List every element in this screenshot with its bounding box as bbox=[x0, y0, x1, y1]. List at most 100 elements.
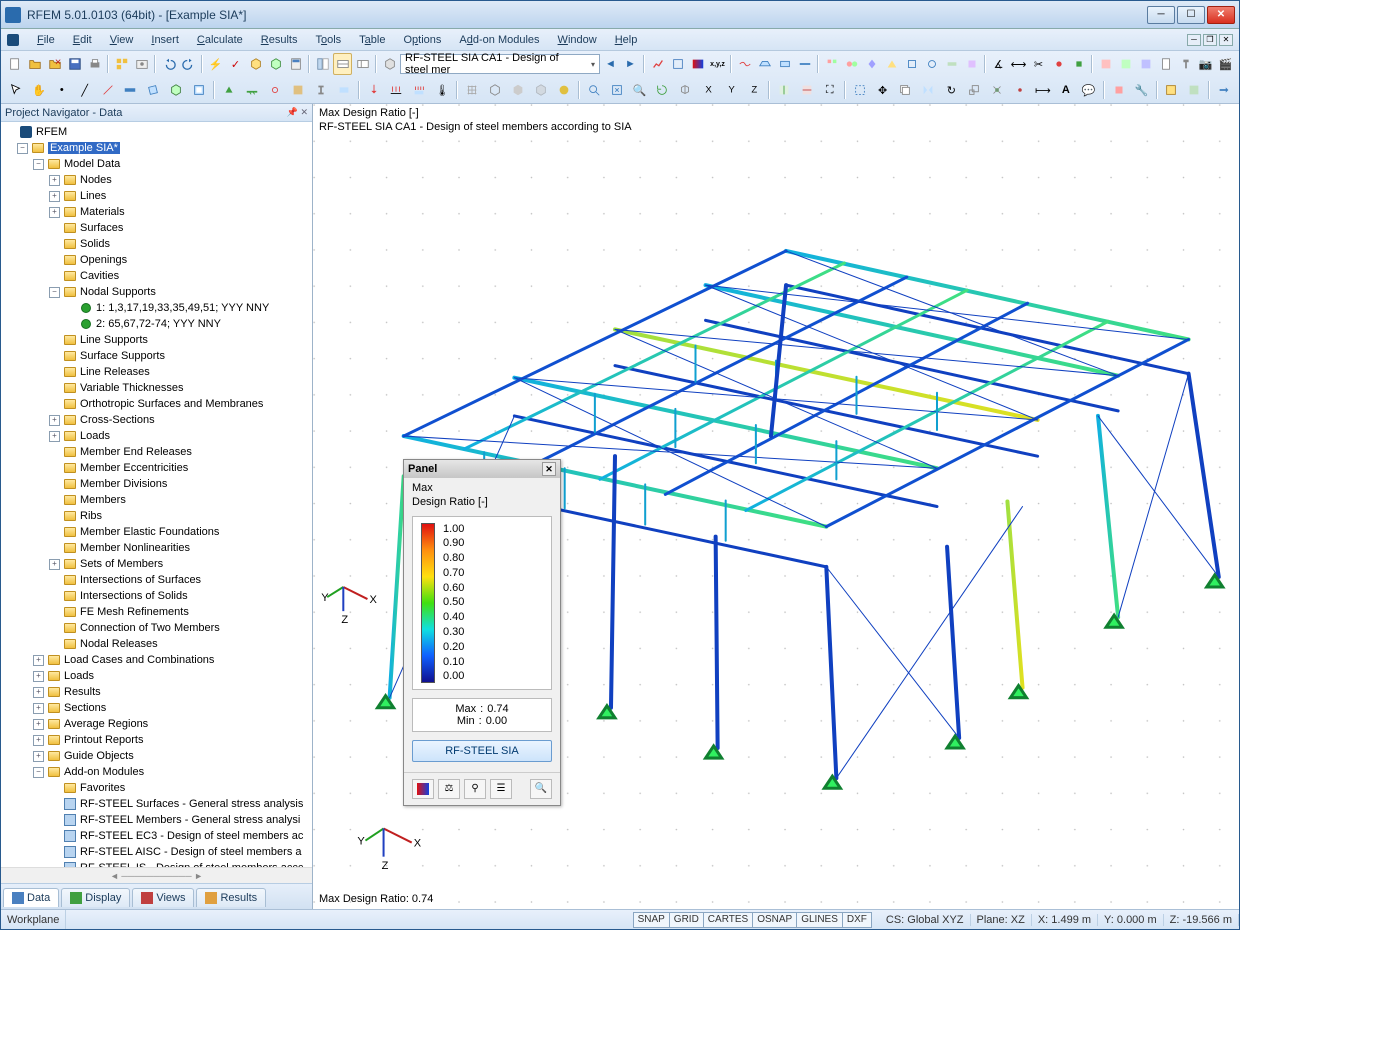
tree-node[interactable]: +Sections bbox=[1, 700, 312, 716]
snap-g-icon[interactable] bbox=[986, 79, 1008, 101]
spark-icon[interactable]: ⚡ bbox=[206, 53, 225, 75]
report-icon[interactable] bbox=[1156, 53, 1175, 75]
tree-node[interactable]: FE Mesh Refinements bbox=[1, 604, 312, 620]
angle-icon[interactable]: ∡ bbox=[989, 53, 1008, 75]
menu-help[interactable]: Help bbox=[611, 32, 642, 48]
panel-close-icon[interactable]: ✕ bbox=[542, 462, 556, 476]
status-toggle-cartes[interactable]: CARTES bbox=[703, 912, 753, 928]
tree-node[interactable]: +Load Cases and Combinations bbox=[1, 652, 312, 668]
tool-a-icon[interactable] bbox=[1049, 53, 1068, 75]
tree-node[interactable]: 1: 1,3,17,19,33,35,49,51; YYY NNY bbox=[1, 300, 312, 316]
view-s-icon[interactable] bbox=[1183, 79, 1205, 101]
tab-display[interactable]: Display bbox=[61, 888, 130, 907]
new-icon[interactable] bbox=[5, 53, 24, 75]
mirror-icon[interactable] bbox=[917, 79, 939, 101]
tree-node[interactable]: +Loads bbox=[1, 668, 312, 684]
tree-node[interactable]: RF-STEEL IS - Design of steel members ac… bbox=[1, 860, 312, 867]
el-a-icon[interactable] bbox=[1108, 79, 1130, 101]
close-model-icon[interactable] bbox=[45, 53, 64, 75]
member-icon[interactable] bbox=[120, 79, 142, 101]
panel-module-button[interactable]: RF-STEEL SIA bbox=[412, 740, 552, 762]
menu-tools[interactable]: Tools bbox=[311, 32, 345, 48]
cross-sec-icon[interactable] bbox=[310, 79, 332, 101]
tree-node[interactable]: +Materials bbox=[1, 204, 312, 220]
panel-tab-bars-icon[interactable]: ☰ bbox=[490, 779, 512, 799]
cursor-icon[interactable] bbox=[5, 79, 27, 101]
load-temp-icon[interactable]: 🌡 bbox=[431, 79, 453, 101]
tables-icon[interactable] bbox=[333, 53, 352, 75]
tab-data[interactable]: Data bbox=[3, 888, 59, 907]
menu-results[interactable]: Results bbox=[257, 32, 302, 48]
snap-h-icon[interactable] bbox=[1009, 79, 1031, 101]
scale-icon[interactable] bbox=[963, 79, 985, 101]
node-icon[interactable]: • bbox=[51, 79, 73, 101]
pin-icon[interactable]: 📌 ✕ bbox=[287, 107, 308, 118]
close-button[interactable]: ✕ bbox=[1207, 6, 1235, 24]
panel-tab-factor-icon[interactable]: ⚖ bbox=[438, 779, 460, 799]
minimize-button[interactable]: ─ bbox=[1147, 6, 1175, 24]
view-z-icon[interactable]: Z bbox=[743, 79, 765, 101]
xyz-icon[interactable]: x,y,z bbox=[708, 53, 727, 75]
tree-node[interactable]: +Printout Reports bbox=[1, 732, 312, 748]
solid-icon[interactable] bbox=[165, 79, 187, 101]
menu-table[interactable]: Table bbox=[355, 32, 389, 48]
zoom-all-icon[interactable] bbox=[606, 79, 628, 101]
status-toggle-dxf[interactable]: DXF bbox=[842, 912, 872, 928]
tree-node[interactable]: Intersections of Solids bbox=[1, 588, 312, 604]
navigator-icon[interactable] bbox=[313, 53, 332, 75]
menu-edit[interactable]: Edit bbox=[69, 32, 96, 48]
menu-file[interactable]: File bbox=[33, 32, 59, 48]
transp-icon[interactable] bbox=[530, 79, 552, 101]
g7-icon[interactable] bbox=[942, 53, 961, 75]
arrow-combo-icon[interactable] bbox=[1213, 79, 1235, 101]
g5-icon[interactable] bbox=[902, 53, 921, 75]
tree-node[interactable]: +Cross-Sections bbox=[1, 412, 312, 428]
view-iso-icon[interactable] bbox=[674, 79, 696, 101]
settings-icon[interactable] bbox=[1161, 79, 1183, 101]
check-icon[interactable]: ✓ bbox=[226, 53, 245, 75]
tree-node[interactable]: +Average Regions bbox=[1, 716, 312, 732]
contour-icon[interactable] bbox=[688, 53, 707, 75]
t2-icon[interactable] bbox=[1116, 53, 1135, 75]
support-node-icon[interactable] bbox=[218, 79, 240, 101]
tree-node[interactable]: Favorites bbox=[1, 780, 312, 796]
tree-node[interactable]: Ribs bbox=[1, 508, 312, 524]
zoom-win-icon[interactable] bbox=[583, 79, 605, 101]
tree-node[interactable]: Openings bbox=[1, 252, 312, 268]
box-icon[interactable] bbox=[380, 53, 399, 75]
prev-case-icon[interactable]: ◄ bbox=[601, 53, 620, 75]
dimension-icon[interactable]: ⟼ bbox=[1032, 79, 1054, 101]
line2-icon[interactable] bbox=[97, 79, 119, 101]
panel-search-icon[interactable]: 🔍 bbox=[530, 779, 552, 799]
deform-icon[interactable] bbox=[735, 53, 754, 75]
tree-node[interactable]: Member Elastic Foundations bbox=[1, 524, 312, 540]
copy-icon[interactable] bbox=[895, 79, 917, 101]
pan-icon[interactable]: ✋ bbox=[28, 79, 50, 101]
cube-icon[interactable] bbox=[246, 53, 265, 75]
tree-node[interactable]: Cavities bbox=[1, 268, 312, 284]
tree-node[interactable]: +Results bbox=[1, 684, 312, 700]
cube2-icon[interactable] bbox=[266, 53, 285, 75]
shear-icon[interactable] bbox=[775, 53, 794, 75]
tree-node[interactable]: Nodal Releases bbox=[1, 636, 312, 652]
rotate-icon[interactable] bbox=[651, 79, 673, 101]
t1-icon[interactable] bbox=[1096, 53, 1115, 75]
load-area-icon[interactable] bbox=[408, 79, 430, 101]
project-manager-icon[interactable] bbox=[112, 53, 131, 75]
menu-window[interactable]: Window bbox=[554, 32, 601, 48]
tool-b-icon[interactable] bbox=[1069, 53, 1088, 75]
calc-icon[interactable] bbox=[286, 53, 305, 75]
tree-node[interactable]: Surfaces bbox=[1, 220, 312, 236]
t3-icon[interactable] bbox=[1136, 53, 1155, 75]
tree-node[interactable]: Member Eccentricities bbox=[1, 460, 312, 476]
status-toggle-snap[interactable]: SNAP bbox=[633, 912, 670, 928]
status-toggle-osnap[interactable]: OSNAP bbox=[752, 912, 797, 928]
text-icon[interactable]: A bbox=[1055, 79, 1077, 101]
tree-node[interactable]: RFEM bbox=[1, 124, 312, 140]
viewport[interactable]: Max Design Ratio [-] RF-STEEL SIA CA1 - … bbox=[313, 104, 1239, 909]
tree-node[interactable]: +Guide Objects bbox=[1, 748, 312, 764]
tree-node[interactable]: RF-STEEL Surfaces - General stress analy… bbox=[1, 796, 312, 812]
tree-node[interactable]: −Nodal Supports bbox=[1, 284, 312, 300]
redo-icon[interactable] bbox=[179, 53, 198, 75]
comment-icon[interactable]: 💬 bbox=[1078, 79, 1100, 101]
